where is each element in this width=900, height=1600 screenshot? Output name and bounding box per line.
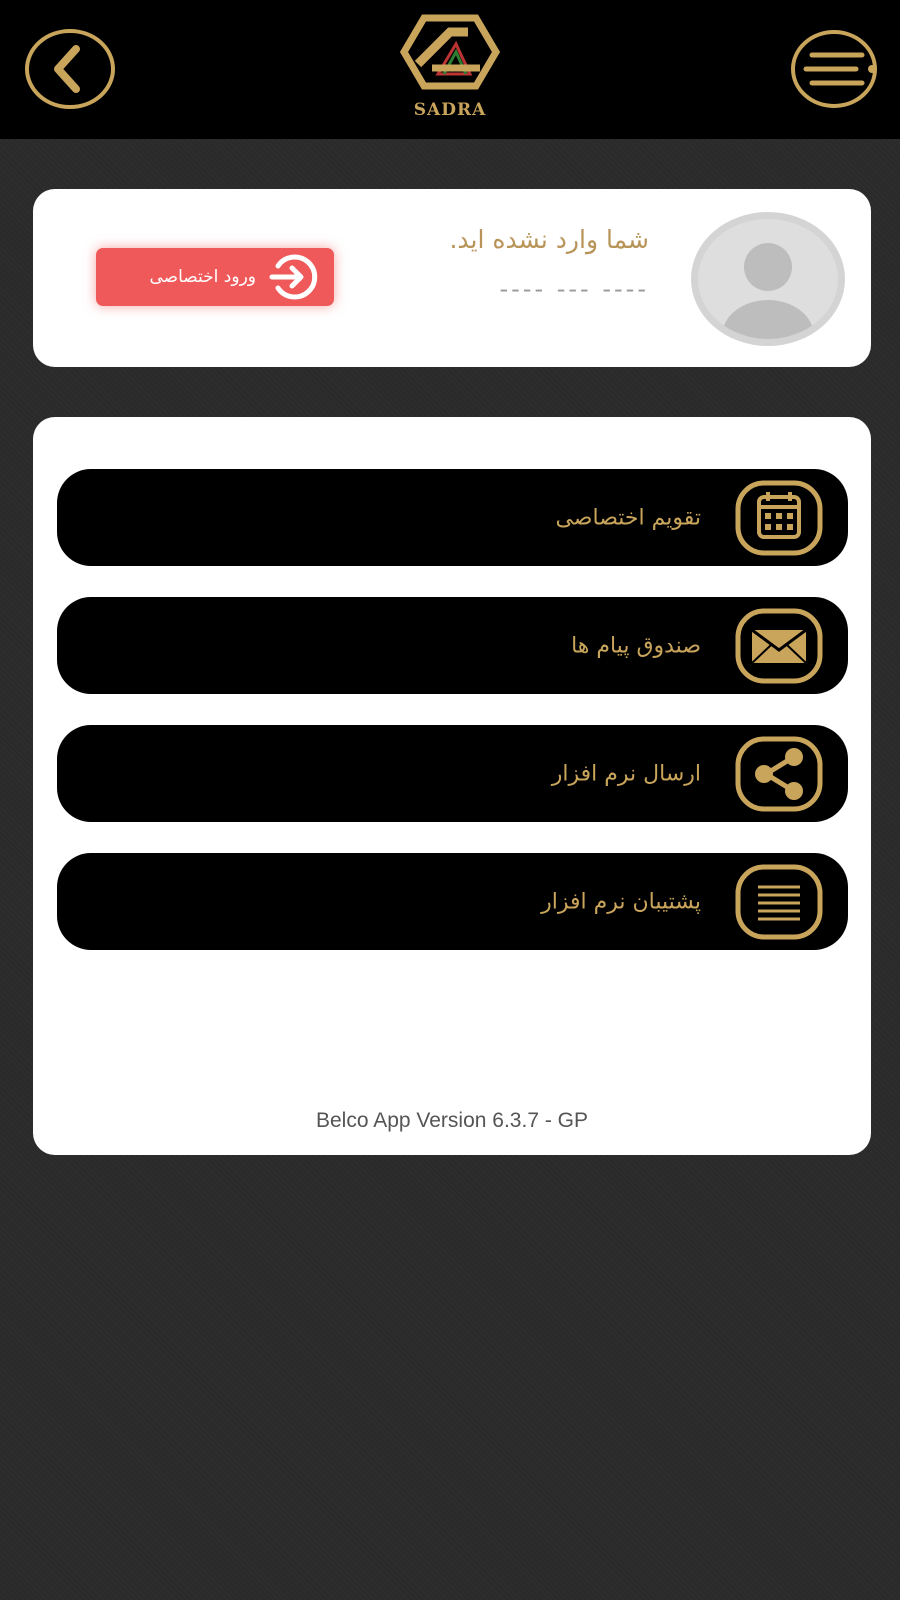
menu-item-messages[interactable]: صندوق پیام ها (57, 597, 848, 694)
hamburger-menu-icon (791, 30, 877, 108)
menu-item-label: صندوق پیام ها (571, 633, 701, 658)
list-lines-icon (735, 864, 823, 940)
menu-item-share-app[interactable]: ارسال نرم افزار (57, 725, 848, 822)
calendar-icon (735, 480, 823, 556)
exclusive-login-button[interactable]: ورود اختصاصی (96, 248, 334, 306)
menu-item-support[interactable]: پشتیبان نرم افزار (57, 853, 848, 950)
login-button-label: ورود اختصاصی (149, 267, 257, 287)
profile-card: شما وارد نشده اید. ---- --- ---- ورود اخ… (33, 189, 871, 367)
chevron-left-icon (25, 29, 115, 109)
menu-item-label: ارسال نرم افزار (551, 761, 701, 786)
user-id-placeholder: ---- --- ---- (499, 275, 649, 303)
sadra-logo: SADRA (398, 12, 502, 126)
menu-item-label: تقویم اختصاصی (555, 505, 701, 530)
menu-button[interactable] (790, 27, 882, 111)
login-status-text: شما وارد نشده اید. (449, 225, 649, 254)
back-button[interactable] (24, 27, 116, 111)
app-version-text: Belco App Version 6.3.7 - GP (316, 1109, 588, 1132)
logo-mark-icon (399, 14, 501, 90)
app-header: SADRA (0, 0, 900, 139)
login-arrow-icon (269, 254, 318, 300)
share-icon (735, 736, 823, 812)
menu-item-calendar[interactable]: تقویم اختصاصی (57, 469, 848, 566)
envelope-icon (735, 608, 823, 684)
user-avatar-icon (689, 210, 847, 348)
menu-card: تقویم اختصاصی صندوق پیام ها ارسال نرم اف (33, 417, 871, 1155)
menu-item-label: پشتیبان نرم افزار (541, 889, 701, 914)
logo-text: SADRA (413, 100, 487, 120)
